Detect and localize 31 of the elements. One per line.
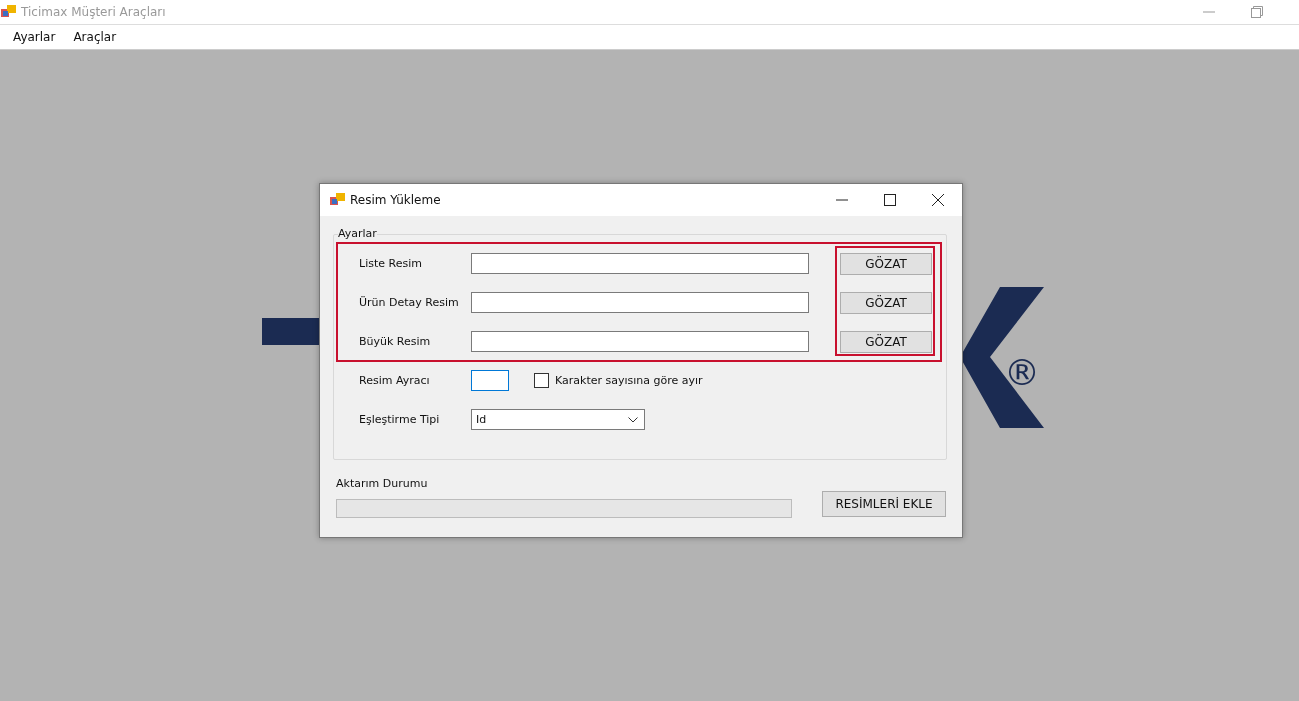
add-images-button[interactable]: RESİMLERİ EKLE: [822, 491, 946, 517]
match-type-dropdown[interactable]: Id: [471, 409, 645, 430]
restore-icon[interactable]: [1251, 6, 1263, 18]
path-field[interactable]: [471, 253, 809, 274]
checkbox[interactable]: [534, 373, 549, 388]
group-title: Ayarlar: [338, 227, 377, 240]
chevron-logo-icon: [960, 287, 1044, 428]
menu-item[interactable]: Ayarlar: [6, 30, 63, 44]
path-field[interactable]: [471, 292, 809, 313]
caret-icon[interactable]: [628, 416, 638, 423]
maximize-icon[interactable]: [884, 194, 896, 206]
browse-button[interactable]: GÖZAT: [840, 291, 932, 314]
field-label: Büyük Resim: [359, 335, 432, 348]
app-icon: [1, 5, 17, 19]
registered-mark: ®: [1004, 353, 1040, 393]
close-icon[interactable]: [932, 194, 944, 206]
field-label: Liste Resim: [359, 257, 423, 270]
menu-item[interactable]: Araçlar: [66, 30, 124, 44]
window-title: Ticimax Müşteri Araçları: [21, 5, 166, 19]
browse-button[interactable]: GÖZAT: [840, 330, 932, 353]
checkbox-label: Karakter sayısına göre ayır: [555, 374, 703, 387]
separator-field[interactable]: [471, 370, 509, 391]
app-icon: [330, 193, 346, 207]
path-field[interactable]: [471, 331, 809, 352]
logo-bar: [262, 318, 322, 345]
field-label: Resim Ayracı: [359, 374, 431, 387]
dialog-title: Resim Yükleme: [350, 193, 441, 207]
progress-label: Aktarım Durumu: [336, 477, 429, 490]
field-label: Ürün Detay Resim: [359, 296, 460, 309]
browse-button[interactable]: GÖZAT: [840, 252, 932, 275]
field-label: Eşleştirme Tipi: [359, 413, 441, 426]
